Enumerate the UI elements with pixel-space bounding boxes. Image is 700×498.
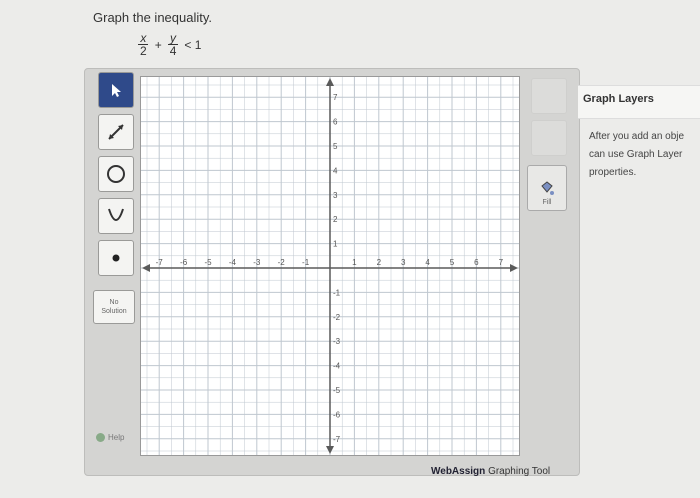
graph-layers-description: After you add an obje can use Graph Laye… bbox=[589, 128, 700, 182]
x-tick-label: 6 bbox=[474, 258, 479, 267]
x-tick-label: -2 bbox=[278, 258, 286, 267]
pointer-tool-button[interactable] bbox=[98, 72, 134, 108]
x-tick-label: 5 bbox=[450, 258, 455, 267]
inequality-expression: x 2 + y 4 < 1 bbox=[138, 32, 201, 57]
help-link[interactable]: Help bbox=[96, 433, 124, 442]
undo-button[interactable] bbox=[531, 78, 567, 114]
help-label: Help bbox=[108, 433, 125, 442]
point-icon bbox=[112, 254, 120, 262]
pointer-icon bbox=[112, 84, 121, 97]
graph-layers-title: Graph Layers bbox=[583, 93, 654, 105]
x-tick-label: -1 bbox=[302, 258, 310, 267]
x-tick-label: 2 bbox=[377, 258, 382, 267]
inequality-relation: < 1 bbox=[184, 37, 202, 52]
y-tick-label: 2 bbox=[333, 215, 338, 224]
x-tick-label: -4 bbox=[229, 258, 237, 267]
y-tick-label: -4 bbox=[333, 362, 341, 371]
parabola-tool-button[interactable] bbox=[98, 198, 134, 234]
fill-label: Fill bbox=[542, 199, 552, 206]
y-tick-label: -1 bbox=[333, 288, 341, 297]
y-tick-label: -7 bbox=[333, 435, 341, 444]
layers-text-line-3: properties. bbox=[589, 167, 637, 178]
y-tick-label: 3 bbox=[333, 191, 338, 200]
circle-tool-button[interactable] bbox=[98, 156, 134, 192]
y-tick-label: 7 bbox=[333, 93, 338, 102]
line-icon bbox=[108, 124, 124, 140]
y-tick-label: -2 bbox=[333, 313, 341, 322]
fill-bucket-icon bbox=[541, 181, 554, 195]
y-tick-label: 4 bbox=[333, 166, 338, 175]
fraction-y-denominator: 4 bbox=[169, 44, 177, 58]
x-tick-label: 1 bbox=[352, 258, 357, 267]
graph-area[interactable]: -7 -6 -5 -4 -3 -2 -1 1 2 3 4 5 6 7 7 6 5 4 3 2 1 -1 -2 -3 -4 -5 -6… bbox=[140, 76, 520, 461]
x-tick-label: 7 bbox=[499, 258, 504, 267]
brand-graphing-tool: Graphing Tool bbox=[488, 466, 551, 477]
x-tick-label: -3 bbox=[253, 258, 261, 267]
y-tick-label: 1 bbox=[333, 240, 338, 249]
y-tick-label: -3 bbox=[333, 337, 341, 346]
plus-sign: + bbox=[154, 37, 162, 52]
fraction-x: x 2 bbox=[138, 32, 149, 57]
webassign-branding: WebAssign Graphing Tool bbox=[431, 466, 550, 477]
parabola-icon bbox=[108, 208, 124, 221]
graph-toolbar bbox=[93, 72, 137, 276]
no-solution-button[interactable]: No Solution bbox=[93, 290, 135, 324]
line-tool-button[interactable] bbox=[98, 114, 134, 150]
fraction-y: y 4 bbox=[168, 32, 179, 57]
fraction-x-denominator: 2 bbox=[140, 44, 147, 58]
x-tick-label: 3 bbox=[401, 258, 406, 267]
brand-web: WebAssign bbox=[431, 466, 486, 477]
y-tick-label: -6 bbox=[333, 410, 341, 419]
fill-button[interactable]: Fill bbox=[527, 165, 567, 211]
y-tick-label: 5 bbox=[333, 142, 338, 151]
layers-text-line-1: After you add an obje bbox=[589, 131, 685, 142]
y-tick-label: -5 bbox=[333, 386, 341, 395]
y-tick-label: 6 bbox=[333, 118, 338, 127]
no-solution-label-2: Solution bbox=[101, 308, 127, 315]
no-solution-label-1: No bbox=[109, 299, 119, 306]
circle-icon bbox=[107, 165, 125, 183]
redo-button[interactable] bbox=[531, 120, 567, 156]
x-tick-label: 4 bbox=[425, 258, 430, 267]
point-tool-button[interactable] bbox=[98, 240, 134, 276]
coordinate-grid[interactable]: -7 -6 -5 -4 -3 -2 -1 1 2 3 4 5 6 7 7 6 5 4 3 2 1 -1 -2 -3 -4 -5 -6… bbox=[140, 76, 520, 456]
layers-text-line-2: can use Graph Layer bbox=[589, 149, 683, 160]
x-tick-label: -6 bbox=[180, 258, 188, 267]
question-prompt: Graph the inequality. bbox=[93, 10, 212, 25]
help-icon bbox=[96, 433, 105, 442]
x-tick-label: -5 bbox=[204, 258, 212, 267]
x-tick-label: -7 bbox=[156, 258, 164, 267]
